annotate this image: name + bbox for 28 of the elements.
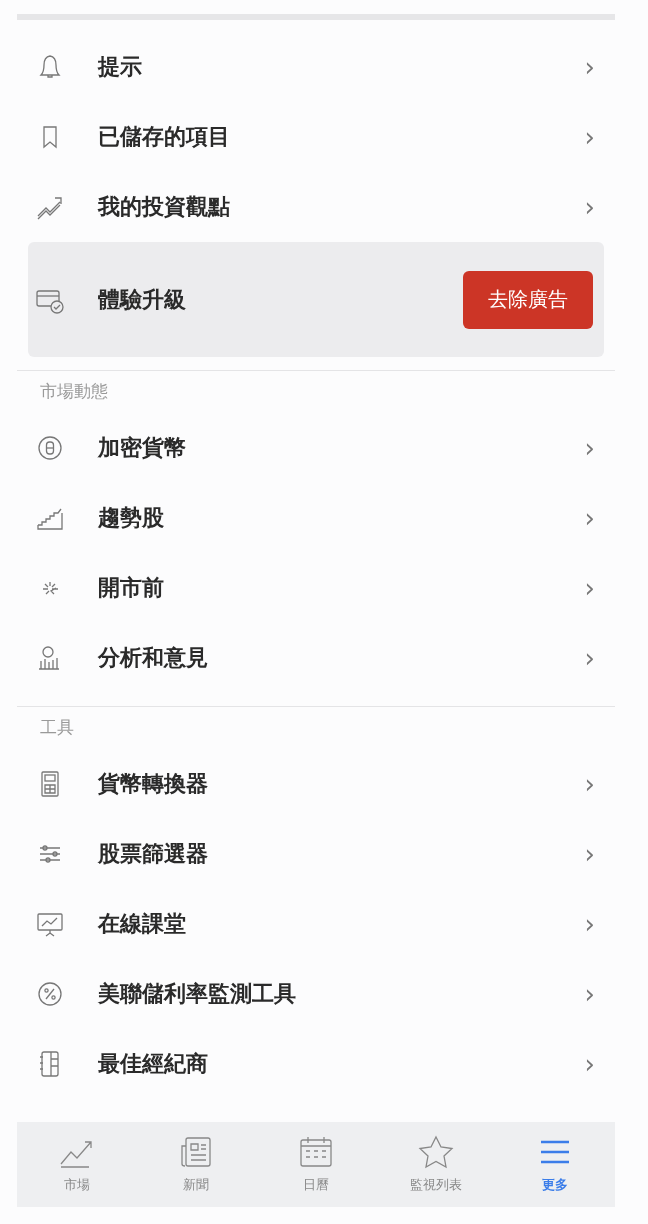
menu-item-label[interactable]: 提示	[98, 52, 585, 82]
menu-item-label[interactable]: 美聯儲利率監測工具	[98, 979, 585, 1009]
chevron-icon: ›	[584, 771, 595, 797]
chevron-icon: ›	[584, 911, 595, 937]
chevron-icon: ›	[584, 124, 595, 150]
chevron-icon: ›	[584, 505, 595, 531]
chevron-icon: ›	[584, 841, 595, 867]
menu-item-label[interactable]: 已儲存的項目	[98, 122, 585, 152]
chevron-icon: ›	[584, 54, 595, 80]
remove-ads-button[interactable]: 去除廣告	[463, 270, 593, 329]
menu-item-label[interactable]: 分析和意見	[98, 643, 585, 673]
section-header: 市場動態	[39, 380, 109, 403]
chevron-icon: ›	[584, 575, 595, 601]
chevron-icon: ›	[584, 194, 595, 220]
chevron-icon: ›	[584, 981, 595, 1007]
menu-item-label[interactable]: 我的投資觀點	[98, 192, 585, 222]
upgrade-label: 體驗升級	[98, 285, 187, 314]
menu-item-label[interactable]: 在線課堂	[98, 909, 585, 939]
menu-item-label[interactable]: 股票篩選器	[98, 839, 585, 869]
menu-item-label[interactable]: 趨勢股	[98, 503, 585, 533]
menu-item-label[interactable]: 最佳經紀商	[98, 1049, 585, 1079]
menu-item-label[interactable]: 加密貨幣	[98, 433, 585, 463]
chevron-icon: ›	[584, 645, 595, 671]
menu-item-label[interactable]: 開市前	[98, 573, 585, 603]
section-header: 工具	[39, 716, 75, 739]
chevron-icon: ›	[584, 1051, 595, 1077]
menu-item-label[interactable]: 貨幣轉換器	[98, 769, 585, 799]
chevron-icon: ›	[584, 435, 595, 461]
